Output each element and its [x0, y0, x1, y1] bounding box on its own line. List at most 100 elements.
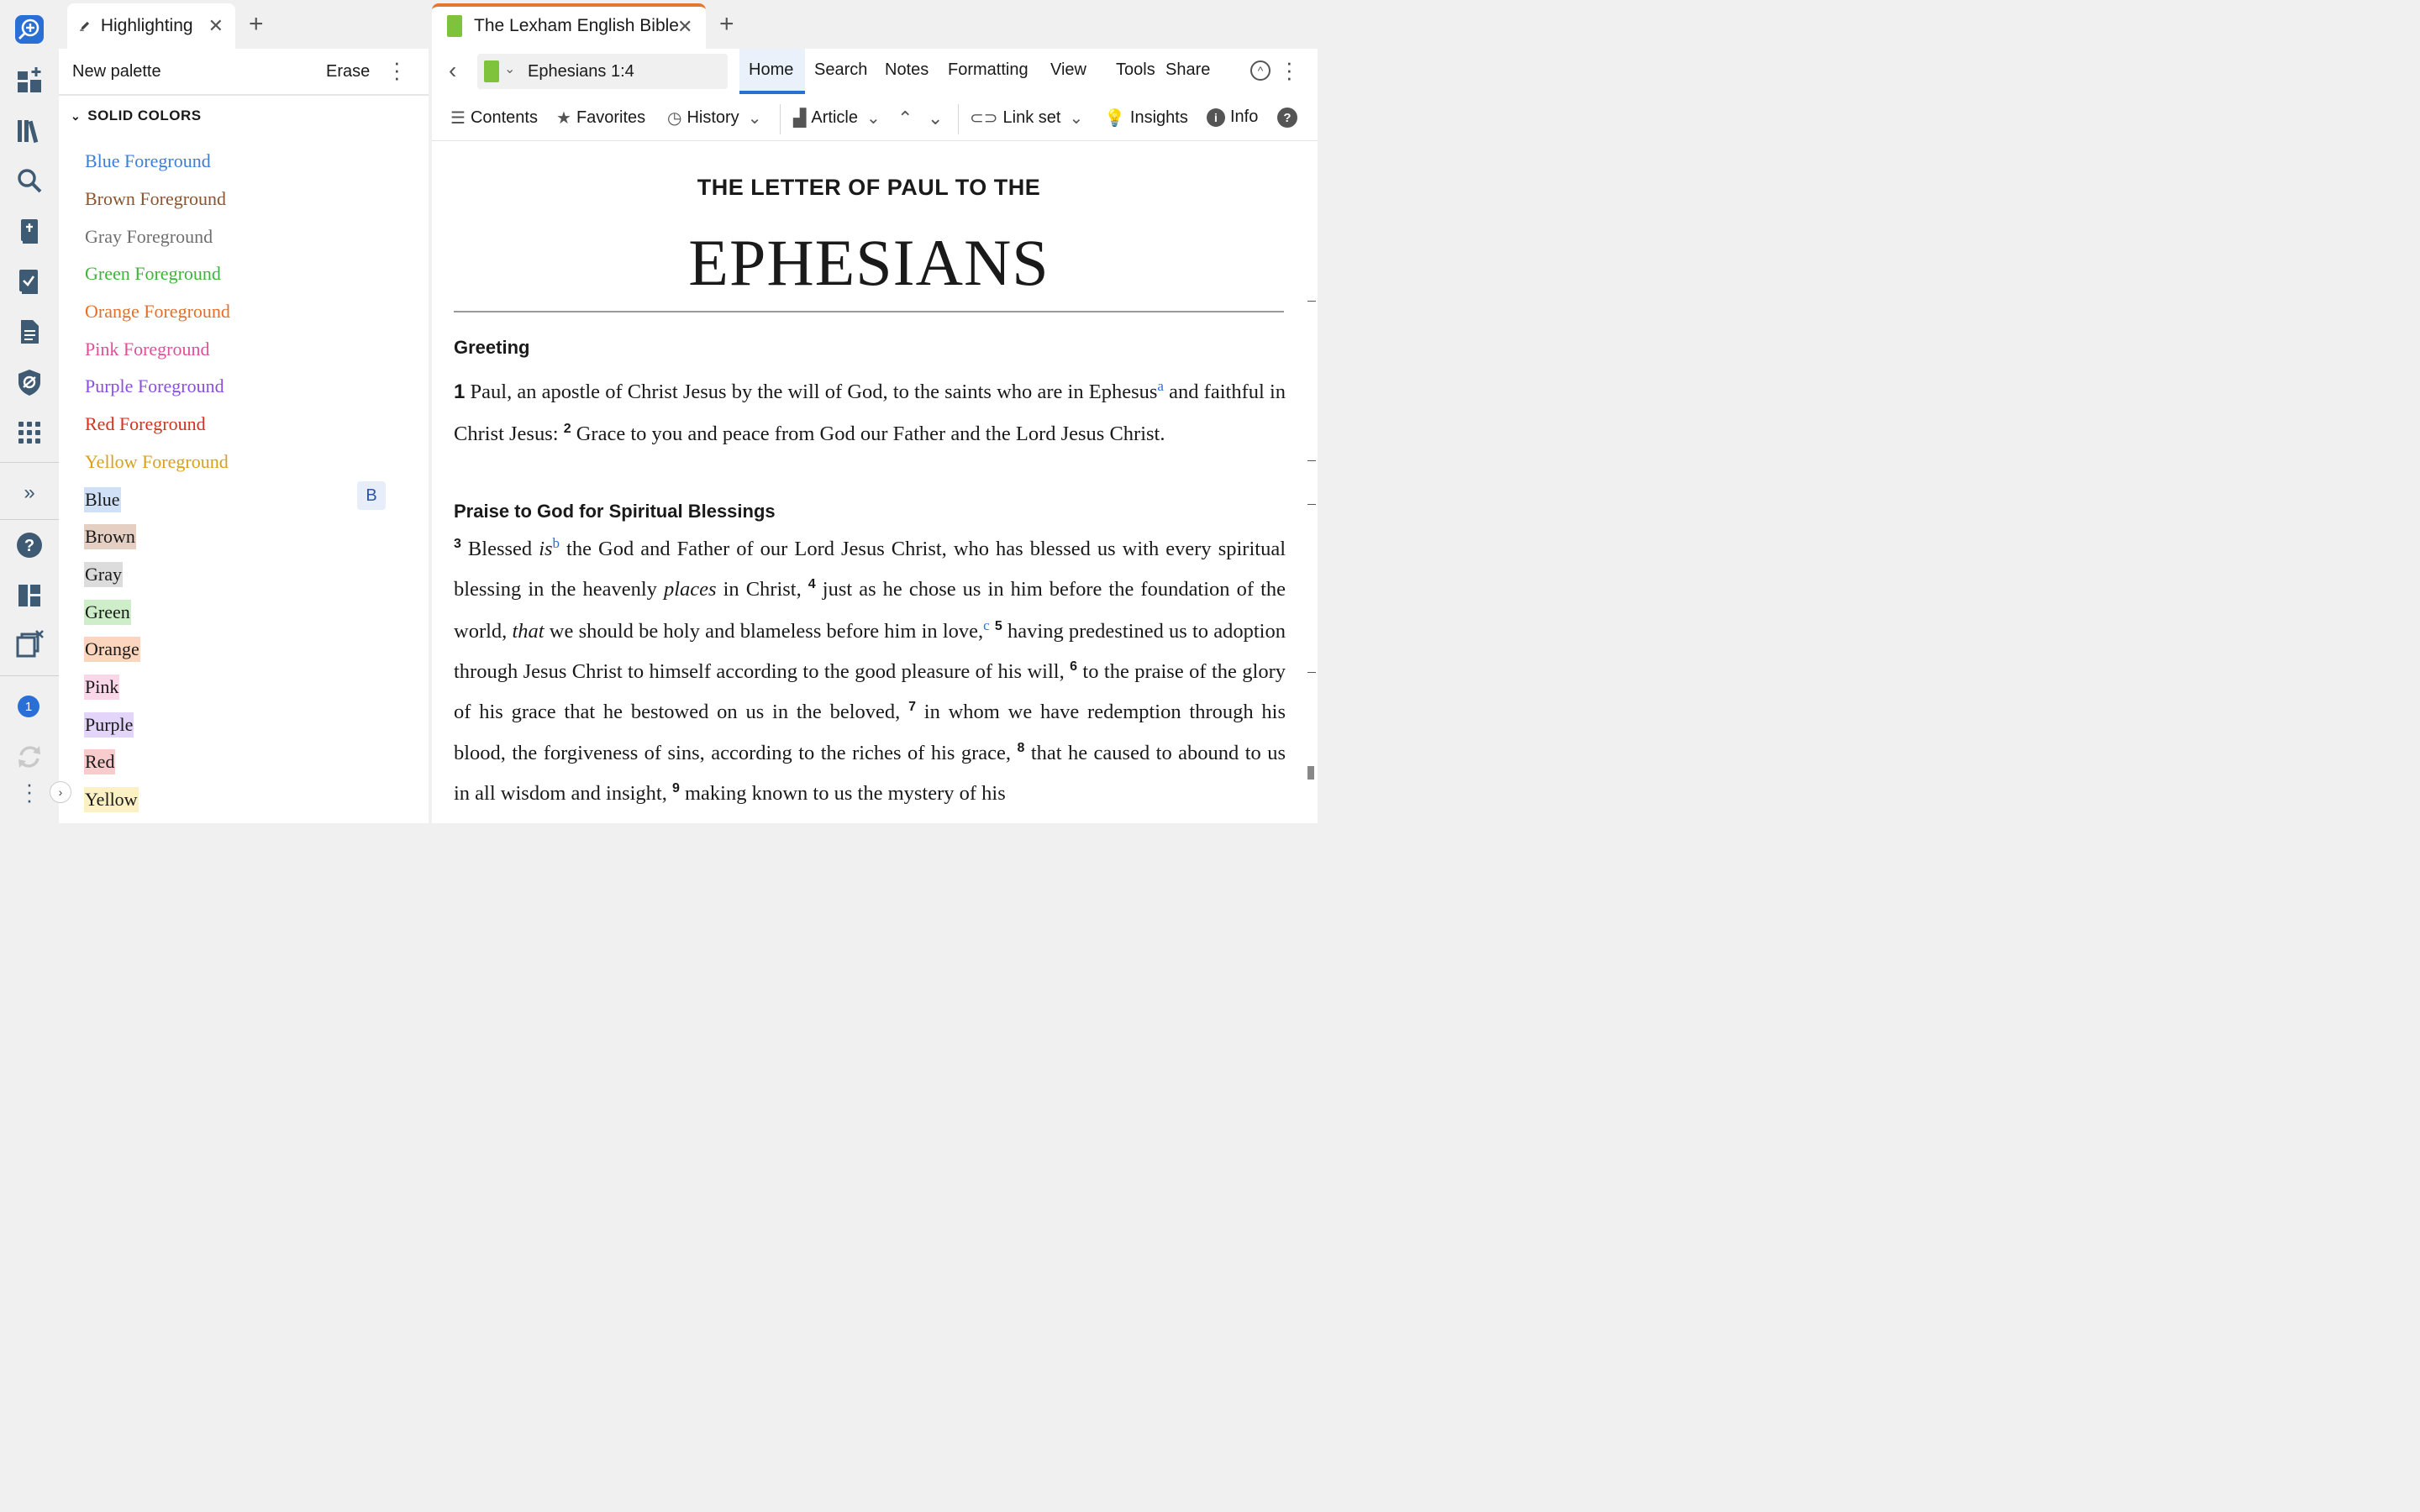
- search-icon[interactable]: [12, 163, 47, 198]
- more-vertical-icon[interactable]: · · ·: [12, 773, 47, 810]
- link-set-button[interactable]: ⊂⊃ Link set ⌄: [970, 108, 1088, 129]
- highlight-style-item[interactable]: Pink: [84, 669, 387, 706]
- rail-divider: [0, 462, 59, 463]
- verse-number[interactable]: 4: [808, 577, 816, 591]
- verse-number[interactable]: 7: [908, 700, 916, 714]
- bible-icon[interactable]: [12, 213, 47, 249]
- guide-shield-icon[interactable]: [12, 365, 47, 400]
- info-button[interactable]: i Info: [1207, 108, 1258, 127]
- add-tab-icon[interactable]: +: [249, 10, 264, 39]
- new-palette-button[interactable]: New palette: [72, 62, 161, 81]
- verse-number[interactable]: 2: [564, 422, 571, 436]
- insights-button[interactable]: 💡 Insights: [1104, 108, 1188, 129]
- history-button[interactable]: ◷ History ⌄: [667, 108, 766, 129]
- close-panels-icon[interactable]: [12, 627, 47, 662]
- highlight-style-item[interactable]: Purple Foreground: [84, 368, 387, 406]
- info-icon: i: [1207, 108, 1225, 127]
- highlight-style-label: Brown: [84, 524, 136, 550]
- section-header-solid-colors[interactable]: ⌄ SOLID COLORS: [71, 108, 202, 124]
- list-icon: ☰: [450, 109, 466, 128]
- menu-notes[interactable]: Notes: [885, 60, 929, 80]
- scroll-position-marks[interactable]: [1307, 286, 1316, 790]
- library-icon[interactable]: [12, 113, 47, 148]
- highlight-style-item[interactable]: Gray: [84, 556, 387, 594]
- highlight-style-item[interactable]: Orange Foreground: [84, 293, 387, 331]
- highlight-style-item[interactable]: Brown: [84, 518, 387, 556]
- verse-number[interactable]: 6: [1070, 659, 1077, 674]
- highlight-style-item[interactable]: Green Foreground: [84, 255, 387, 293]
- favorites-button[interactable]: ★ Favorites: [556, 108, 645, 129]
- menu-share[interactable]: Share: [1165, 60, 1210, 80]
- help-button[interactable]: ?: [1277, 108, 1297, 128]
- verse-text: Paul, an apostle of Christ Jesus by the …: [465, 381, 1158, 404]
- collapse-ribbon-icon[interactable]: ^: [1250, 60, 1270, 81]
- verse-number[interactable]: 3: [454, 537, 461, 551]
- close-tab-icon[interactable]: ✕: [208, 15, 224, 37]
- menu-view[interactable]: View: [1050, 60, 1086, 80]
- highlight-style-label: Green: [84, 599, 131, 625]
- sync-icon[interactable]: [12, 739, 47, 774]
- bible-book-icon: [447, 15, 462, 37]
- tab-title: The Lexham English Bible: [474, 16, 679, 35]
- reading-plan-icon[interactable]: [12, 264, 47, 299]
- verse-number[interactable]: 9: [672, 781, 680, 795]
- menu-formatting[interactable]: Formatting: [948, 60, 1028, 80]
- back-arrow-icon[interactable]: ‹: [449, 57, 456, 84]
- panel-more-icon[interactable]: · · ·: [1286, 51, 1293, 88]
- menu-home[interactable]: Home: [749, 60, 793, 80]
- highlight-style-item[interactable]: Yellow Foreground: [84, 444, 387, 481]
- expand-rail-icon[interactable]: »: [12, 475, 47, 511]
- left-tabbar: Highlighting ✕ +: [59, 0, 429, 49]
- highlight-style-item[interactable]: Orange: [84, 631, 387, 669]
- menu-tools[interactable]: Tools: [1116, 60, 1155, 80]
- highlight-style-item[interactable]: Brown Foreground: [84, 181, 387, 218]
- apps-grid-icon[interactable]: [12, 415, 47, 450]
- resource-icon[interactable]: [484, 60, 499, 82]
- reference-box[interactable]: ⌄ Ephesians 1:4: [477, 54, 728, 89]
- palette-more-icon[interactable]: · · ·: [393, 51, 401, 88]
- collapse-panel-icon[interactable]: ›: [50, 781, 71, 803]
- paragraph-greeting: 1 Paul, an apostle of Christ Jesus by th…: [454, 368, 1286, 453]
- document-icon[interactable]: [12, 314, 47, 349]
- reference-input[interactable]: Ephesians 1:4: [528, 62, 634, 81]
- footnote-marker[interactable]: b: [553, 535, 560, 551]
- navigation-bar: ‹ ⌄ Ephesians 1:4 Home Search Notes Form…: [432, 49, 1318, 94]
- chevron-down-icon[interactable]: ⌄: [504, 60, 515, 77]
- highlight-style-item[interactable]: Green: [84, 593, 387, 631]
- star-icon: ★: [556, 109, 571, 128]
- chevron-down-icon: ⌄: [747, 109, 762, 128]
- highlight-style-label: Green Foreground: [85, 263, 221, 285]
- menu-search[interactable]: Search: [814, 60, 867, 80]
- layouts-icon[interactable]: [12, 578, 47, 613]
- logos-search-icon[interactable]: [12, 12, 47, 47]
- footnote-marker[interactable]: c: [983, 617, 990, 633]
- highlight-style-item[interactable]: Gray Foreground: [84, 218, 387, 255]
- verse-number[interactable]: 5: [995, 619, 1002, 633]
- erase-button[interactable]: Erase: [326, 62, 370, 81]
- highlight-style-item[interactable]: Purple: [84, 706, 387, 743]
- close-tab-icon[interactable]: ✕: [677, 16, 692, 38]
- verse-number[interactable]: 1: [454, 381, 465, 403]
- highlight-style-item[interactable]: Blue Foreground: [84, 143, 387, 181]
- chevron-down-icon: ⌄: [865, 109, 881, 128]
- rail-divider: [0, 519, 59, 520]
- dashboard-add-icon[interactable]: [12, 62, 47, 97]
- highlight-style-item[interactable]: Blue: [84, 480, 387, 518]
- tab-lexham-english-bible[interactable]: The Lexham English Bible ✕: [432, 3, 706, 49]
- notification-badge[interactable]: 1: [18, 696, 39, 717]
- highlight-style-item[interactable]: Red: [84, 743, 387, 781]
- add-tab-icon[interactable]: +: [719, 10, 734, 39]
- next-article-icon[interactable]: ⌄: [928, 108, 943, 129]
- help-icon[interactable]: ?: [12, 528, 47, 563]
- highlight-style-item[interactable]: Yellow: [84, 781, 387, 819]
- verse-text: Blessed: [460, 538, 539, 561]
- previous-article-icon[interactable]: ⌃: [897, 108, 913, 129]
- article-button[interactable]: ▟ Article ⌄: [793, 108, 886, 129]
- highlight-style-item[interactable]: Red Foreground: [84, 406, 387, 444]
- contents-button[interactable]: ☰ Contents: [450, 108, 538, 129]
- highlight-style-item[interactable]: Pink Foreground: [84, 330, 387, 368]
- footnote-marker[interactable]: a: [1157, 378, 1164, 394]
- tab-highlighting[interactable]: Highlighting ✕: [67, 3, 235, 49]
- highlight-style-label: Orange Foreground: [85, 301, 230, 323]
- section-heading: Praise to God for Spiritual Blessings: [454, 501, 776, 522]
